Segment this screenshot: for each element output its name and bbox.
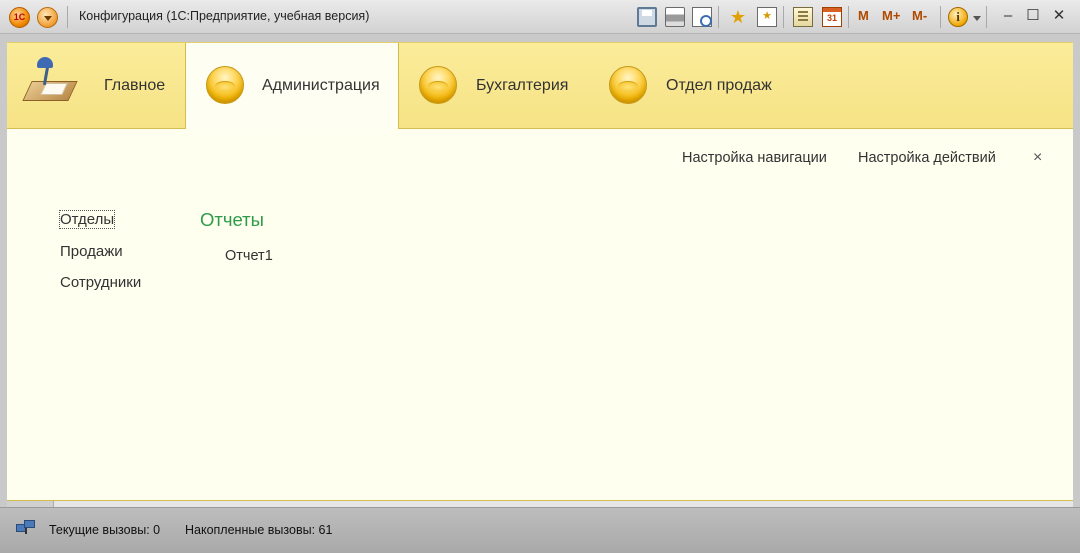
close-window-button[interactable]: ✕ (1050, 6, 1068, 26)
separator (67, 6, 68, 28)
window-frame-right (1073, 34, 1080, 507)
memory-minus-button[interactable]: M- (912, 8, 927, 23)
desk-lamp-icon (22, 57, 78, 109)
calendar-icon[interactable]: 31 (822, 7, 842, 27)
minimize-button[interactable]: – (999, 6, 1017, 26)
separator (783, 6, 784, 28)
report-link[interactable]: Отчет1 (225, 248, 273, 264)
add-favorite-icon[interactable]: ★ (728, 7, 748, 27)
section-label: Отдел продаж (666, 77, 772, 94)
nav-item-departments[interactable]: Отделы (58, 210, 116, 229)
nav-item-employees[interactable]: Сотрудники (60, 274, 141, 291)
info-dropdown-icon[interactable] (973, 16, 981, 21)
window-title: Конфигурация (1С:Предприятие, учебная ве… (79, 9, 370, 23)
action-settings-link[interactable]: Настройка действий (858, 150, 996, 166)
nav-item-sales[interactable]: Продажи (60, 243, 123, 260)
section-label: Администрация (262, 77, 380, 94)
memory-plus-button[interactable]: M+ (882, 8, 900, 23)
section-sales-department[interactable]: Отдел продаж (589, 43, 789, 129)
navigation-settings-link[interactable]: Настройка навигации (682, 150, 827, 166)
accumulated-calls-counter: Накопленные вызовы: 61 (185, 523, 333, 537)
separator (718, 6, 719, 28)
print-icon[interactable] (665, 7, 685, 27)
section-orb-icon (609, 66, 647, 104)
section-content: Настройка навигации Настройка действий ×… (7, 129, 1073, 501)
section-orb-icon (206, 66, 244, 104)
window-frame-left (0, 34, 7, 507)
favorites-icon[interactable]: ★ (757, 7, 777, 27)
info-icon[interactable]: i (948, 7, 968, 27)
section-main[interactable]: Главное (7, 43, 185, 129)
title-bar: 1С Конфигурация (1С:Предприятие, учебная… (0, 0, 1080, 34)
close-icon[interactable]: × (1033, 149, 1042, 167)
separator (940, 6, 941, 28)
separator (848, 6, 849, 28)
app-logo-icon[interactable]: 1С (9, 7, 30, 28)
section-accounting[interactable]: Бухгалтерия (399, 43, 589, 129)
maximize-button[interactable]: ☐ (1024, 6, 1042, 26)
section-orb-icon (419, 66, 457, 104)
separator (986, 6, 987, 28)
sections-panel: Главное Администрация Бухгалтерия Отдел … (7, 42, 1073, 130)
reports-group-title: Отчеты (200, 209, 264, 230)
current-calls-counter: Текущие вызовы: 0 (49, 523, 161, 537)
section-administration[interactable]: Администрация (185, 43, 399, 130)
save-icon[interactable] (637, 7, 657, 27)
section-label: Бухгалтерия (476, 77, 569, 94)
section-label: Главное (104, 77, 166, 94)
main-menu-icon[interactable] (37, 7, 58, 28)
calculator-icon[interactable] (793, 7, 813, 27)
memory-button[interactable]: M (858, 8, 869, 23)
status-bar: Текущие вызовы: 0 Накопленные вызовы: 61 (0, 507, 1080, 553)
preview-icon[interactable] (692, 7, 712, 27)
network-icon[interactable] (16, 520, 36, 538)
